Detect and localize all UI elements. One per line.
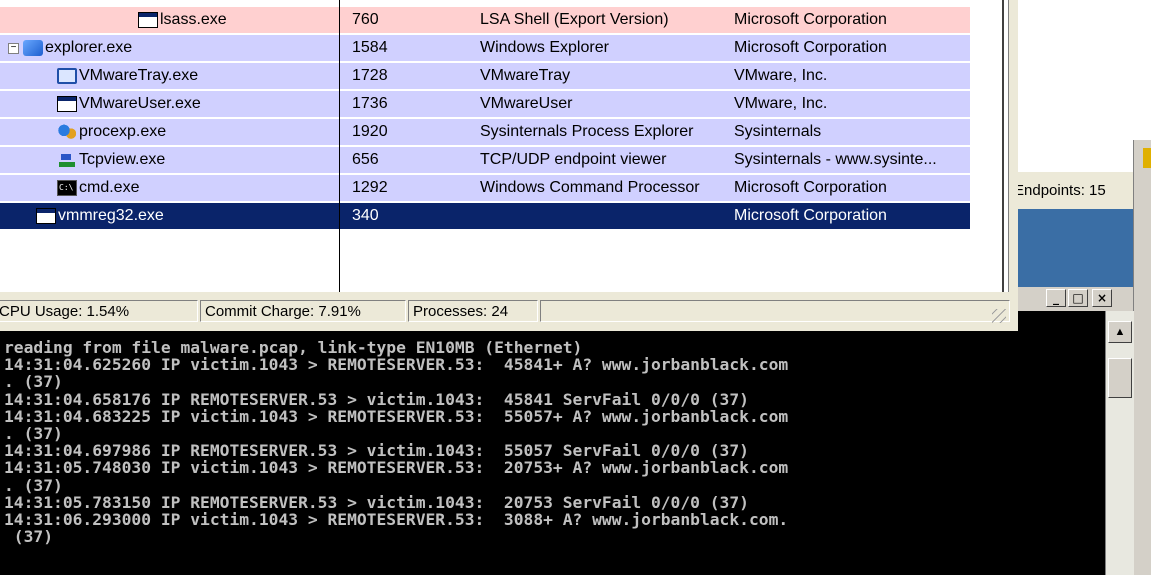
processes-count-status: Processes: 24 [408, 300, 538, 322]
console-line: 14:31:04.697986 IP REMOTESERVER.53 > vic… [4, 441, 749, 461]
console-line: 14:31:04.658176 IP REMOTESERVER.53 > vic… [4, 389, 749, 409]
explorer-icon [23, 40, 43, 56]
console-line: 14:31:05.748030 IP victim.1043 > REMOTES… [4, 458, 789, 478]
process-pid: 340 [352, 207, 379, 224]
tcpview-status-bar: Endpoints: 15 [1018, 172, 1133, 210]
process-tree-list[interactable]: lsass.exe 760 LSA Shell (Export Version)… [0, 0, 1009, 292]
endpoints-count: Endpoints: 15 [1018, 182, 1106, 199]
process-name: VMwareTray.exe [79, 67, 199, 84]
process-description: VMwareTray [480, 67, 571, 84]
process-row-selected[interactable]: vmmreg32.exe 340 Microsoft Corporation [0, 203, 970, 229]
process-name: lsass.exe [160, 11, 227, 28]
console-line: 14:31:04.625260 IP victim.1043 > REMOTES… [4, 355, 789, 375]
process-row[interactable]: − explorer.exe 1584 Windows Explorer Mic… [0, 35, 970, 61]
console-line: 14:31:05.783150 IP REMOTESERVER.53 > vic… [4, 492, 749, 512]
process-pid: 1920 [352, 123, 388, 140]
console-text: reading from file malware.pcap, link-typ… [4, 338, 789, 547]
desktop-area [1018, 209, 1133, 287]
vmware-tray-icon [57, 68, 77, 84]
process-description: Windows Explorer [480, 39, 609, 56]
console-line: (37) [4, 527, 54, 547]
process-company: Sysinternals [734, 123, 822, 140]
cmd-icon: C:\ [57, 180, 77, 196]
resize-grip-icon[interactable] [992, 309, 1006, 323]
console-line: 14:31:06.293000 IP victim.1043 > REMOTES… [4, 510, 789, 530]
process-row[interactable]: Tcpview.exe 656 TCP/UDP endpoint viewer … [0, 147, 970, 173]
process-pid: 760 [352, 11, 379, 28]
process-name: procexp.exe [79, 123, 167, 140]
commit-charge-status: Commit Charge: 7.91% [200, 300, 406, 322]
status-bar: CPU Usage: 1.54% Commit Charge: 7.91% Pr… [0, 297, 1010, 325]
status-empty-pane [540, 300, 1010, 322]
window-icon [57, 96, 77, 112]
process-row[interactable]: C:\ cmd.exe 1292 Windows Command Process… [0, 175, 970, 201]
console-scrollbar[interactable]: ▲ [1105, 311, 1134, 575]
process-company: VMware, Inc. [734, 95, 828, 112]
process-company: Microsoft Corporation [734, 39, 887, 56]
process-description: LSA Shell (Export Version) [480, 11, 669, 28]
process-name: cmd.exe [79, 179, 140, 196]
process-description: TCP/UDP endpoint viewer [480, 151, 667, 168]
console-title-bar[interactable]: _ □ × [1018, 287, 1133, 311]
console-line: . (37) [4, 372, 63, 392]
process-row[interactable]: VMwareTray.exe 1728 VMwareTray VMware, I… [0, 63, 970, 89]
collapse-toggle-icon[interactable]: − [8, 42, 19, 54]
process-company: Microsoft Corporation [734, 179, 887, 196]
window-icon [36, 208, 56, 224]
process-company: VMware, Inc. [734, 67, 828, 84]
console-output[interactable]: reading from file malware.pcap, link-typ… [0, 331, 1105, 575]
folder-icon [1143, 148, 1151, 168]
process-company: Microsoft Corporation [734, 11, 887, 28]
process-pid: 656 [352, 151, 379, 168]
process-pid: 1584 [352, 39, 388, 56]
console-body-top [1018, 311, 1105, 331]
process-name: Tcpview.exe [79, 151, 166, 168]
process-company: Microsoft Corporation [734, 207, 887, 224]
console-line: . (37) [4, 475, 63, 495]
process-company: Sysinternals - www.sysinte... [734, 151, 937, 168]
close-button[interactable]: × [1092, 289, 1112, 307]
tcpview-icon [57, 152, 77, 168]
process-pid: 1728 [352, 67, 388, 84]
process-description: Sysinternals Process Explorer [480, 123, 694, 140]
scrollbar-thumb[interactable] [1108, 358, 1132, 398]
scroll-up-arrow-icon[interactable]: ▲ [1108, 321, 1132, 343]
process-name: VMwareUser.exe [79, 95, 201, 112]
window-border [1002, 0, 1004, 292]
process-row[interactable]: lsass.exe 760 LSA Shell (Export Version)… [0, 7, 970, 33]
window-icon [138, 12, 158, 28]
minimize-button[interactable]: _ [1046, 289, 1066, 307]
process-row[interactable]: VMwareUser.exe 1736 VMwareUser VMware, I… [0, 91, 970, 117]
console-line: 14:31:04.683225 IP victim.1043 > REMOTES… [4, 406, 789, 426]
console-line: reading from file malware.pcap, link-typ… [4, 338, 583, 357]
process-name: vmmreg32.exe [58, 207, 164, 224]
process-name: explorer.exe [45, 39, 133, 56]
background-window-edge [1133, 140, 1151, 575]
process-description: VMwareUser [480, 95, 573, 112]
maximize-button[interactable]: □ [1068, 289, 1088, 307]
process-explorer-window: lsass.exe 760 LSA Shell (Export Version)… [0, 0, 1018, 331]
column-divider[interactable] [339, 0, 340, 292]
process-row[interactable]: procexp.exe 1920 Sysinternals Process Ex… [0, 119, 970, 145]
cpu-usage-status: CPU Usage: 1.54% [0, 300, 198, 322]
console-line: . (37) [4, 424, 63, 444]
process-pid: 1292 [352, 179, 388, 196]
process-description: Windows Command Processor [480, 179, 700, 196]
procexp-icon [57, 124, 77, 140]
process-pid: 1736 [352, 95, 388, 112]
